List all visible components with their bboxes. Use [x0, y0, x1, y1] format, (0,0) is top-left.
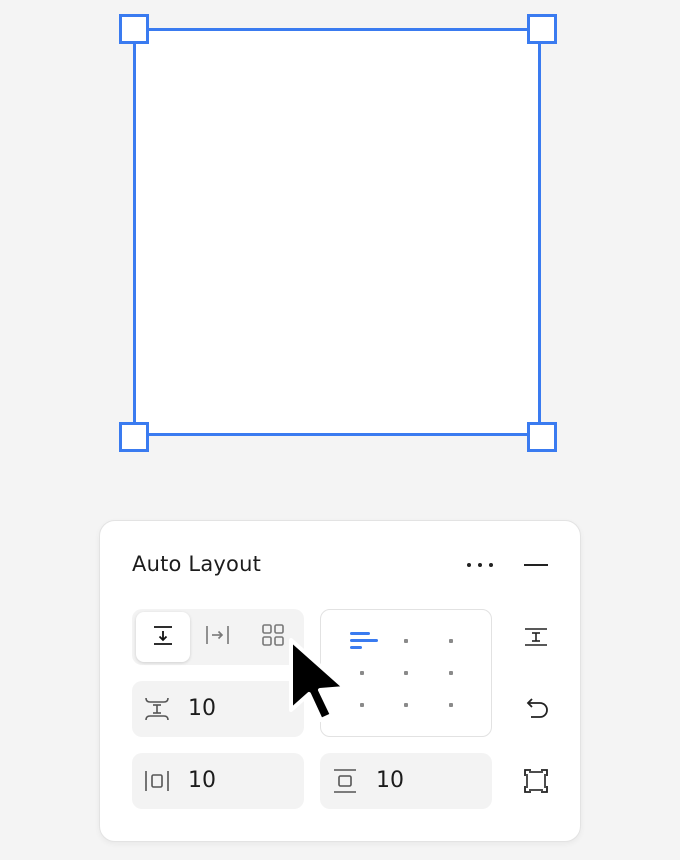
minus-icon[interactable] [520, 553, 552, 577]
resize-handle-bottom-right[interactable] [527, 422, 557, 452]
align-top-right-dot[interactable] [449, 639, 453, 643]
horizontal-padding-field[interactable]: 10 [132, 753, 304, 809]
grid-icon [261, 623, 285, 651]
horizontal-padding-icon [142, 767, 172, 795]
align-bottom-center-dot[interactable] [404, 703, 408, 707]
resize-handle-top-right[interactable] [527, 14, 557, 44]
arrow-down-icon [151, 623, 175, 651]
panel-title: Auto Layout [132, 552, 262, 576]
vertical-padding-field[interactable]: 10 [320, 753, 492, 809]
direction-segmented-control [132, 609, 304, 665]
frame-resize-icon[interactable] [520, 765, 552, 797]
align-middle-center-dot[interactable] [404, 671, 408, 675]
vertical-padding-icon [330, 767, 360, 795]
cursor-arrow-icon [285, 636, 355, 730]
horizontal-padding-value[interactable]: 10 [188, 767, 216, 795]
align-bottom-left-dot[interactable] [360, 703, 364, 707]
gap-field[interactable]: 10 [132, 681, 304, 737]
more-icon[interactable] [464, 553, 496, 577]
resize-handle-top-left[interactable] [119, 14, 149, 44]
wrap-return-icon[interactable] [520, 694, 552, 722]
align-middle-left-dot[interactable] [360, 671, 364, 675]
direction-horizontal-button[interactable] [191, 612, 245, 662]
distribute-spacing-icon[interactable] [520, 623, 552, 651]
selected-frame[interactable] [133, 28, 541, 436]
arrow-right-icon [204, 623, 232, 651]
vertical-padding-value[interactable]: 10 [376, 767, 404, 795]
gap-value[interactable]: 10 [188, 695, 216, 723]
vertical-gap-icon [142, 695, 172, 723]
resize-handle-bottom-left[interactable] [119, 422, 149, 452]
direction-vertical-button[interactable] [136, 612, 190, 662]
align-top-center-dot[interactable] [404, 639, 408, 643]
align-bottom-right-dot[interactable] [449, 703, 453, 707]
align-middle-right-dot[interactable] [449, 671, 453, 675]
